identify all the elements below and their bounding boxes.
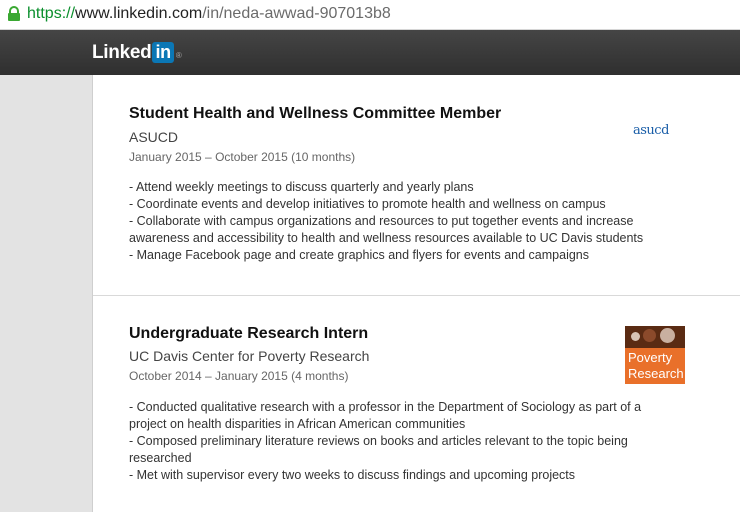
- position-description: - Attend weekly meetings to discuss quar…: [129, 179, 674, 264]
- position-dates: October 2014 – January 2015 (4 months): [129, 369, 349, 383]
- description-line: - Coordinate events and develop initiati…: [129, 197, 606, 211]
- position-description: - Conducted qualitative research with a …: [129, 399, 674, 484]
- description-line: - Composed preliminary literature review…: [129, 434, 628, 465]
- logo-dot: [631, 332, 640, 341]
- logo-registered-mark: ®: [175, 51, 182, 60]
- description-line: - Attend weekly meetings to discuss quar…: [129, 180, 474, 194]
- company-name[interactable]: UC Davis Center for Poverty Research: [129, 348, 369, 364]
- logo-dot: [660, 328, 675, 343]
- logo-in-box: in: [152, 42, 174, 63]
- description-line: - Manage Facebook page and create graphi…: [129, 248, 589, 262]
- position-title[interactable]: Student Health and Wellness Committee Me…: [129, 105, 501, 123]
- logo-text: Research: [628, 366, 684, 381]
- address-bar[interactable]: https://www.linkedin.com/in/neda-awwad-9…: [0, 0, 740, 30]
- linkedin-header: Linked in ®: [0, 30, 740, 75]
- company-logo-poverty-research[interactable]: Poverty Research: [625, 326, 685, 384]
- url-text[interactable]: https://www.linkedin.com/in/neda-awwad-9…: [27, 5, 391, 23]
- logo-text: Poverty: [628, 350, 673, 365]
- experience-item: Student Health and Wellness Committee Me…: [93, 75, 740, 296]
- logo-dot: [643, 329, 656, 342]
- lock-icon: [8, 6, 20, 21]
- url-path: /in/neda-awwad-907013b8: [202, 5, 391, 22]
- left-gutter: [0, 75, 93, 512]
- position-title[interactable]: Undergraduate Research Intern: [129, 325, 368, 343]
- logo-wordmark: Linked: [92, 42, 152, 63]
- url-scheme: https://: [27, 5, 76, 22]
- description-line: - Conducted qualitative research with a …: [129, 400, 642, 431]
- url-host: www.linkedin.com: [75, 5, 203, 22]
- description-line: - Collaborate with campus organizations …: [129, 214, 644, 245]
- company-logo-asucd[interactable]: asucd: [633, 123, 669, 138]
- linkedin-logo[interactable]: Linked in ®: [92, 42, 182, 64]
- company-name[interactable]: ASUCD: [129, 129, 178, 145]
- position-dates: January 2015 – October 2015 (10 months): [129, 150, 356, 164]
- experience-item: Undergraduate Research Intern UC Davis C…: [93, 296, 740, 512]
- description-line: - Met with supervisor every two weeks to…: [129, 468, 576, 482]
